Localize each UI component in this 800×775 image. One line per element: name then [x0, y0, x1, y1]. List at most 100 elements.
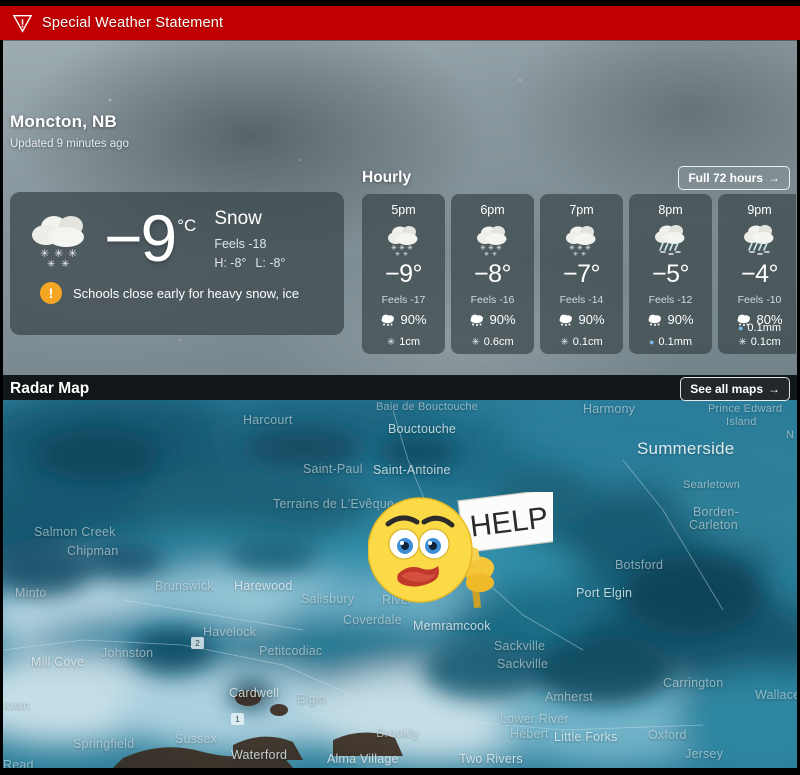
current-condition-text: Snow — [214, 208, 262, 229]
updated-timestamp: Updated 9 minutes ago — [10, 138, 129, 150]
accumulation-row: ✳ 1cm — [387, 336, 420, 348]
special-weather-statement-banner[interactable]: Special Weather Statement — [0, 6, 800, 40]
svg-text:✳: ✳ — [585, 244, 591, 252]
current-conditions-main: ✳ ✳ ✳ ✳ ✳ −9 °C Snow Feels -18 H: -8° L: … — [10, 192, 344, 270]
hourly-forecast-strip[interactable]: 5pm ✳ ✳ ✳ ✳ ✳ −9° Feels -17 90% ✳ 1cm 6pm ✳ ✳ ✳ ✳… — [362, 194, 796, 357]
hourly-pop-value: 90% — [400, 312, 427, 327]
accumulation-value: 0.1mm — [658, 336, 693, 348]
exclamation-circle-icon: ! — [40, 282, 62, 304]
frame-bottom — [0, 768, 800, 775]
hourly-temperature: −9° — [384, 260, 423, 288]
snow-cloud-icon: ✳ ✳ ✳ ✳ ✳ — [562, 222, 602, 256]
hourly-temperature: −4° — [740, 260, 779, 288]
hourly-precip-probability: 90% — [469, 312, 516, 327]
temperature-unit: °C — [177, 215, 197, 235]
location-block: Moncton, NB Updated 9 minutes ago — [10, 112, 129, 150]
hourly-accumulation: ● 0.1mm ✳ 0.1cm — [718, 322, 796, 348]
current-low: L: -8° — [255, 256, 286, 270]
svg-text:✳: ✳ — [569, 244, 575, 252]
svg-text:✳: ✳ — [407, 244, 413, 252]
raindrop-icon: ● — [648, 337, 655, 347]
hourly-precip-probability: 90% — [558, 312, 605, 327]
alert-banner-text: Special Weather Statement — [42, 15, 224, 31]
svg-text:✳: ✳ — [399, 244, 405, 252]
hourly-time: 7pm — [569, 203, 594, 217]
svg-text:✳: ✳ — [480, 244, 486, 252]
svg-text:✳: ✳ — [403, 251, 408, 256]
snow-cloud-icon: ✳ ✳ ✳ ✳ ✳ — [384, 222, 424, 256]
arrow-right-icon: → — [768, 171, 780, 185]
hourly-temperature: −8° — [473, 260, 512, 288]
see-all-maps-button[interactable]: See all maps → — [680, 377, 790, 401]
hourly-card[interactable]: 6pm ✳ ✳ ✳ ✳ ✳ −8° Feels -16 90% ✳ 0.6cm — [451, 194, 534, 354]
cloud-rain-icon — [648, 314, 662, 326]
school-closure-alert[interactable]: ! Schools close early for heavy snow, ic… — [40, 282, 344, 304]
hourly-feels-like: Feels -17 — [381, 294, 426, 306]
accumulation-row: ● 0.1mm — [649, 336, 692, 348]
svg-text:✳: ✳ — [47, 259, 55, 269]
hourly-time: 5pm — [391, 203, 416, 217]
frame-top — [0, 0, 800, 6]
hourly-time: 6pm — [480, 203, 505, 217]
full-72-hours-button[interactable]: Full 72 hours → — [678, 166, 790, 190]
hourly-card[interactable]: 8pm −5° Feels -12 90% ● 0.1mm — [629, 194, 712, 354]
svg-text:✳: ✳ — [496, 244, 502, 252]
cloud-rain-icon — [381, 314, 395, 326]
radar-section-header: Radar Map See all maps → — [10, 377, 790, 401]
radar-title: Radar Map — [10, 380, 90, 397]
hourly-feels-like: Feels -12 — [648, 294, 693, 306]
svg-text:✳: ✳ — [391, 244, 397, 252]
city-name: Moncton, NB — [10, 112, 118, 131]
accumulation-value: 0.1mm — [747, 322, 782, 334]
frame-left — [0, 40, 3, 775]
current-conditions-card[interactable]: ✳ ✳ ✳ ✳ ✳ −9 °C Snow Feels -18 H: -8° L: … — [10, 192, 344, 335]
hourly-pop-value: 90% — [489, 312, 516, 327]
full-72-hours-label: Full 72 hours — [688, 171, 763, 185]
hourly-accumulation: ✳ 0.1cm — [540, 336, 623, 348]
hourly-accumulation: ● 0.1mm — [629, 336, 712, 348]
sleet-cloud-icon — [740, 222, 780, 256]
snowflake-icon: ✳ — [738, 336, 747, 348]
snow-cloud-icon: ✳ ✳ ✳ ✳ ✳ — [32, 216, 84, 269]
svg-text:✳: ✳ — [395, 251, 400, 256]
weather-app: Special Weather Statement Moncton, NB Up… — [0, 0, 800, 775]
hourly-accumulation: ✳ 0.6cm — [451, 336, 534, 348]
svg-text:✳: ✳ — [61, 259, 69, 269]
accumulation-value: 0.6cm — [483, 336, 514, 348]
svg-text:✳: ✳ — [581, 251, 586, 256]
road-shield-marker: 2 — [191, 637, 204, 649]
cloud-rain-icon — [470, 314, 484, 326]
scared-face-emoji-overlay: HELP — [367, 488, 561, 615]
svg-text:✳: ✳ — [484, 251, 489, 256]
svg-text:✳: ✳ — [573, 251, 578, 256]
hourly-card[interactable]: 5pm ✳ ✳ ✳ ✳ ✳ −9° Feels -17 90% ✳ 1cm — [362, 194, 445, 354]
current-details: Snow Feels -18 H: -8° L: -8° — [214, 208, 285, 270]
hourly-card[interactable]: 9pm −4° Feels -10 80% ● 0.1mm ✳ 0.1cm — [718, 194, 796, 354]
road-shield-marker: 1 — [231, 713, 244, 725]
hourly-precip-probability: 90% — [380, 312, 427, 327]
current-temperature-group: −9 °C — [104, 205, 197, 271]
svg-text:✳: ✳ — [577, 244, 583, 252]
raindrop-icon: ● — [737, 323, 744, 333]
cloud-rain-icon — [559, 314, 573, 326]
accumulation-row: ✳ 0.1cm — [738, 336, 780, 348]
current-feels-like: Feels -18 — [214, 237, 267, 251]
hourly-precip-probability: 90% — [647, 312, 694, 327]
hourly-temperature: −5° — [651, 260, 690, 288]
accumulation-row: ✳ 0.6cm — [471, 336, 513, 348]
current-high: H: -8° — [214, 256, 247, 270]
see-all-maps-label: See all maps — [690, 382, 763, 396]
hourly-time: 9pm — [747, 203, 772, 217]
hourly-temperature: −7° — [562, 260, 601, 288]
warning-triangle-icon — [12, 14, 33, 33]
snowflake-icon: ✳ — [386, 336, 396, 348]
hourly-feels-like: Feels -16 — [470, 294, 515, 306]
hourly-card[interactable]: 7pm ✳ ✳ ✳ ✳ ✳ −7° Feels -14 90% ✳ 0.1cm — [540, 194, 623, 354]
svg-text:✳: ✳ — [488, 244, 494, 252]
snowflake-icon: ✳ — [560, 336, 569, 348]
svg-text:✳: ✳ — [492, 251, 497, 256]
scared-face-emoji — [367, 497, 473, 603]
hourly-accumulation: ✳ 1cm — [362, 336, 445, 348]
hourly-title: Hourly — [362, 169, 412, 186]
accumulation-value: 1cm — [399, 336, 421, 348]
